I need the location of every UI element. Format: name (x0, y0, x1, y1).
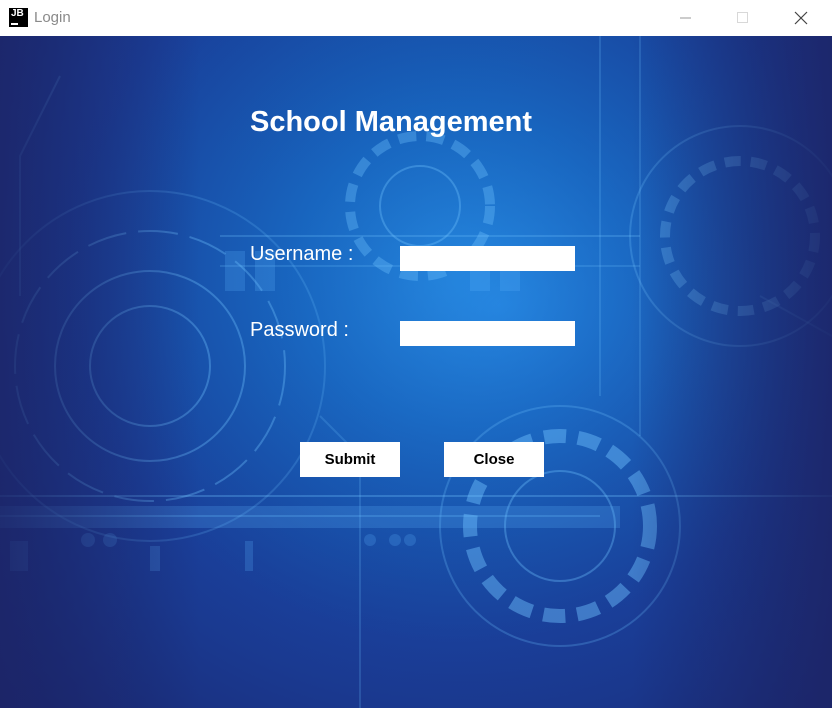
window-close-button[interactable] (778, 0, 824, 36)
app-icon-bar (11, 23, 18, 25)
close-button[interactable]: Close (444, 442, 544, 477)
submit-button[interactable]: Submit (300, 442, 400, 477)
app-icon-text: JB (11, 8, 24, 19)
close-icon (794, 11, 808, 25)
username-label: Username : (250, 243, 354, 265)
maximize-button[interactable] (720, 0, 766, 36)
title-bar[interactable]: JB Login (0, 0, 832, 36)
login-window: JB Login School Management Username: Pa… (0, 0, 832, 708)
app-icon: JB (9, 8, 28, 27)
username-input[interactable] (400, 246, 575, 271)
minimize-icon (680, 17, 691, 19)
password-label: Password : (250, 319, 349, 341)
password-input[interactable] (400, 321, 575, 346)
page-title: School Management (250, 106, 532, 138)
login-panel: School Management Username : Password : … (0, 36, 832, 708)
window-title: Login (34, 9, 71, 26)
maximize-icon (737, 12, 748, 23)
minimize-button[interactable] (663, 0, 709, 36)
